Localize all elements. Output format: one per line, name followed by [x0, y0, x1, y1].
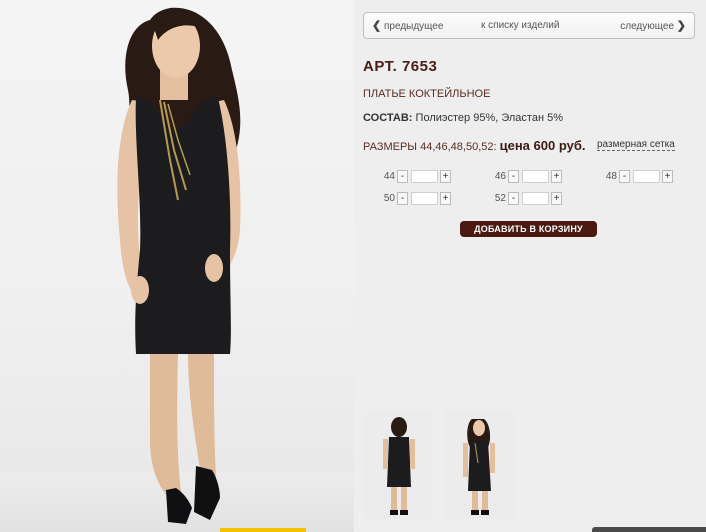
increment-button[interactable]: +	[440, 170, 451, 183]
decrement-button[interactable]: -	[508, 192, 519, 205]
model-figure	[117, 7, 241, 524]
quantity-input[interactable]	[522, 192, 549, 205]
decrement-button[interactable]: -	[397, 192, 408, 205]
quantity-input[interactable]	[633, 170, 660, 183]
chevron-right-icon: ❯	[676, 20, 686, 32]
thumbnail-front-view[interactable]	[444, 411, 514, 519]
thumbnail-image	[363, 411, 433, 519]
composition: СОСТАВ: Полиэстер 95%, Эластан 5%	[363, 112, 563, 124]
increment-button[interactable]: +	[440, 192, 451, 205]
decrement-button[interactable]: -	[397, 170, 408, 183]
price: цена 600 руб.	[499, 138, 586, 153]
decrement-button[interactable]: -	[619, 170, 630, 183]
size-label: 44	[383, 171, 395, 182]
quantity-input[interactable]	[411, 192, 438, 205]
footer-panel-edge	[592, 527, 706, 532]
prev-link[interactable]: ❮ предыдущее	[372, 13, 443, 40]
thumbnail-back-view[interactable]	[363, 411, 433, 519]
main-product-photo[interactable]	[0, 0, 354, 532]
article-number: АРТ. 7653	[363, 58, 438, 75]
scrollbar-indicator	[220, 528, 306, 532]
size-selector-46: 46 - +	[478, 170, 564, 184]
add-to-cart-button[interactable]: ДОБАВИТЬ В КОРЗИНУ	[460, 221, 597, 237]
increment-button[interactable]: +	[662, 170, 673, 183]
size-label: 52	[494, 193, 506, 204]
chevron-left-icon: ❮	[372, 20, 382, 32]
increment-button[interactable]: +	[551, 192, 562, 205]
prev-link-label: предыдущее	[384, 21, 444, 32]
size-selector-52: 52 - +	[478, 192, 564, 206]
next-link[interactable]: следующее ❯	[620, 13, 686, 40]
size-chart-link[interactable]: размерная сетка	[597, 139, 675, 151]
quantity-input[interactable]	[411, 170, 438, 183]
sizes-price-line: РАЗМЕРЫ 44,46,48,50,52: цена 600 руб.	[363, 138, 585, 153]
product-navigation: ❮ предыдущее к списку изделий следующее …	[363, 12, 695, 39]
size-selector-44: 44 - +	[367, 170, 453, 184]
quantity-input[interactable]	[522, 170, 549, 183]
decrement-button[interactable]: -	[508, 170, 519, 183]
product-title: ПЛАТЬЕ КОКТЕЙЛЬНОЕ	[363, 88, 491, 100]
next-link-label: следующее	[620, 21, 674, 32]
thumbnail-image	[444, 411, 514, 519]
size-selector-50: 50 - +	[367, 192, 453, 206]
composition-label: СОСТАВ:	[363, 112, 413, 124]
composition-value: Полиэстер 95%, Эластан 5%	[415, 112, 563, 124]
increment-button[interactable]: +	[551, 170, 562, 183]
size-label: 46	[494, 171, 506, 182]
size-label: 50	[383, 193, 395, 204]
size-selector-48: 48 - +	[589, 170, 675, 184]
size-label: 48	[605, 171, 617, 182]
list-link[interactable]: к списку изделий	[481, 13, 559, 39]
sizes-label: РАЗМЕРЫ 44,46,48,50,52:	[363, 141, 497, 153]
